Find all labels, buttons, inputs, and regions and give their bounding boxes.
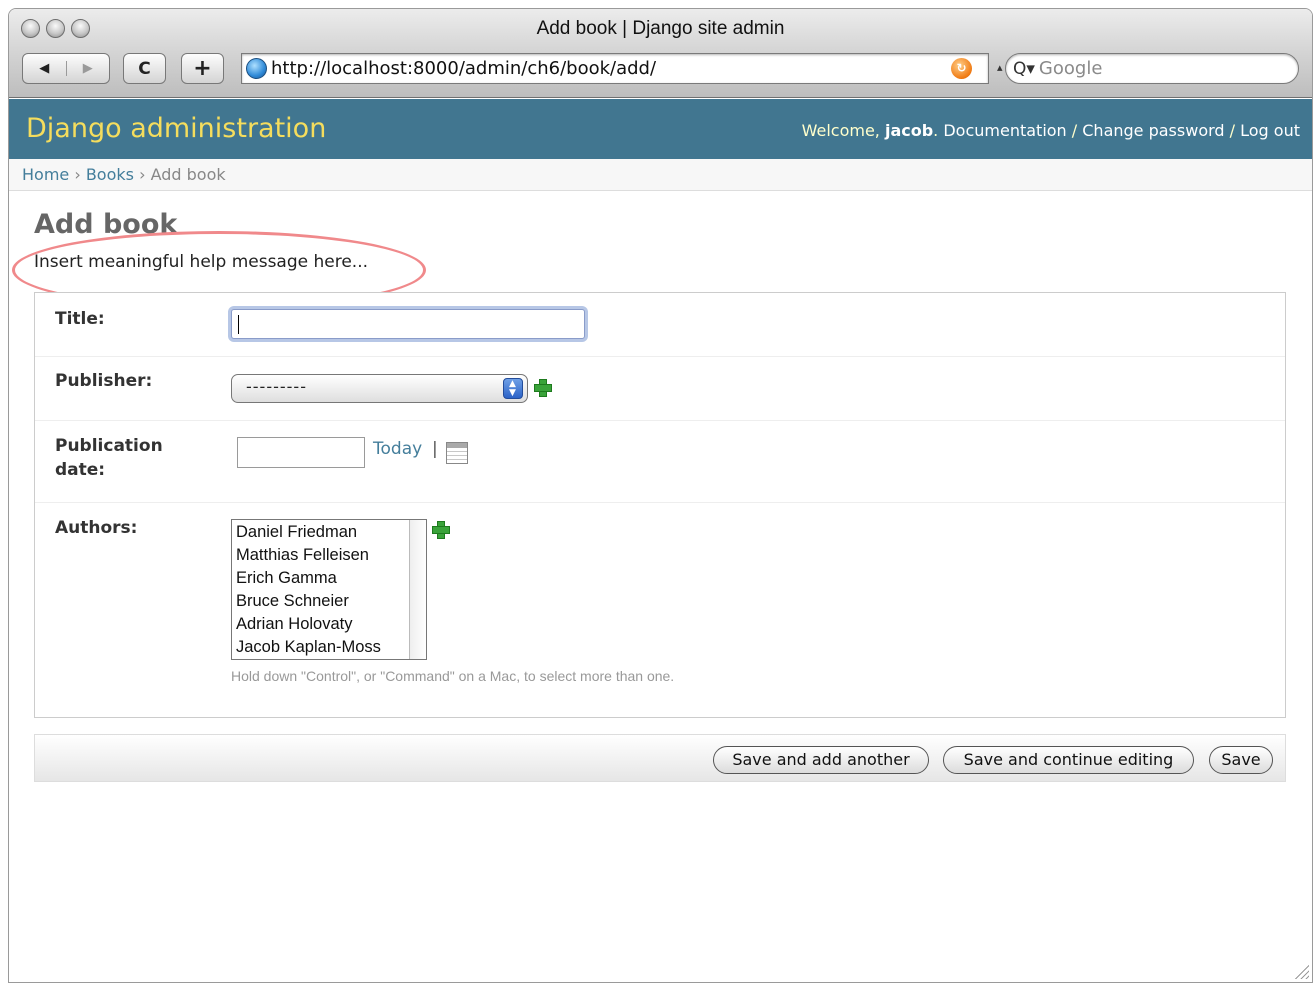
log-out-link[interactable]: Log out <box>1240 121 1300 140</box>
publisher-label: Publisher: <box>55 371 153 391</box>
authors-label: Authors: <box>55 518 138 538</box>
add-bookmark-button[interactable]: + <box>181 53 224 84</box>
date-separator: | <box>432 439 438 459</box>
breadcrumb: Home › Books › Add book <box>9 159 1312 191</box>
add-author-icon[interactable] <box>432 521 450 539</box>
username: jacob <box>884 121 934 140</box>
author-option[interactable]: Daniel Friedman <box>236 521 426 544</box>
globe-icon <box>246 58 267 79</box>
documentation-link[interactable]: Documentation <box>943 121 1066 140</box>
search-icon: Q▾ <box>1013 58 1035 79</box>
window-titlebar: Add book | Django site admin ◀ ▶ C + htt… <box>9 9 1312 98</box>
search-placeholder: Google <box>1038 58 1103 79</box>
authors-help-text: Hold down "Control", or "Command" on a M… <box>231 668 675 684</box>
back-icon[interactable]: ◀ <box>23 61 66 76</box>
breadcrumb-books[interactable]: Books <box>86 165 134 184</box>
admin-header: Django administration Welcome, jacob. Do… <box>9 99 1312 159</box>
back-forward-buttons[interactable]: ◀ ▶ <box>22 53 110 84</box>
today-link[interactable]: Today <box>373 439 422 459</box>
publication-date-label: Publication date: <box>55 436 163 480</box>
user-tools: Welcome, jacob. Documentation / Change p… <box>801 121 1300 140</box>
add-publisher-icon[interactable] <box>534 379 552 397</box>
select-arrows-icon: ▲ ▼ <box>503 378 523 399</box>
breadcrumb-current: Add book <box>150 165 226 184</box>
authors-multiselect[interactable]: Daniel Friedman Matthias Felleisen Erich… <box>231 519 427 660</box>
resize-grip-icon[interactable] <box>1293 963 1309 979</box>
form-row-title: Title: <box>35 293 1285 357</box>
save-and-add-another-button[interactable]: Save and add another <box>713 746 929 774</box>
multiselect-scrollbar[interactable] <box>409 520 426 659</box>
window-title: Add book | Django site admin <box>536 18 785 39</box>
site-branding[interactable]: Django administration <box>26 113 326 144</box>
author-option[interactable]: Matthias Felleisen <box>236 544 426 567</box>
welcome-text: Welcome, <box>801 121 885 140</box>
calendar-icon[interactable] <box>446 442 468 464</box>
reload-button[interactable]: C <box>123 53 166 84</box>
url-text[interactable]: http://localhost:8000/admin/ch6/book/add… <box>271 58 656 79</box>
main-content: Add book Insert meaningful help message … <box>9 191 1312 982</box>
address-bar[interactable]: http://localhost:8000/admin/ch6/book/add… <box>241 53 989 84</box>
title-label: Title: <box>55 309 105 329</box>
form-row-publisher: Publisher: --------- ▲ ▼ <box>35 357 1285 421</box>
rss-icon[interactable]: ↻ <box>951 58 972 79</box>
forward-icon[interactable]: ▶ <box>65 61 110 76</box>
breadcrumb-home[interactable]: Home <box>22 165 69 184</box>
change-password-link[interactable]: Change password <box>1082 121 1224 140</box>
text-caret <box>238 315 239 334</box>
publisher-select[interactable]: --------- ▲ ▼ <box>231 374 528 403</box>
submit-row: Save and add another Save and continue e… <box>34 734 1286 782</box>
publication-date-input[interactable] <box>237 437 365 468</box>
title-input[interactable] <box>231 309 585 339</box>
book-form: Title: Publisher: --------- ▲ ▼ Publicati… <box>34 292 1286 718</box>
save-button[interactable]: Save <box>1209 746 1273 774</box>
author-option[interactable]: Bruce Schneier <box>236 590 426 613</box>
search-field[interactable]: Q▾ Google <box>1005 53 1299 84</box>
author-option[interactable]: Jacob Kaplan-Moss <box>236 636 426 659</box>
author-option[interactable]: Erich Gamma <box>236 567 426 590</box>
authors-list: Daniel Friedman Matthias Felleisen Erich… <box>232 520 426 659</box>
browser-window: Add book | Django site admin ◀ ▶ C + htt… <box>8 8 1313 983</box>
author-option[interactable]: Adrian Holovaty <box>236 613 426 636</box>
browser-toolbar: ◀ ▶ C + http://localhost:8000/admin/ch6/… <box>22 51 1299 87</box>
save-and-continue-button[interactable]: Save and continue editing <box>943 746 1194 774</box>
form-row-authors: Authors: Daniel Friedman Matthias Fellei… <box>35 503 1285 717</box>
url-dropdown-icon[interactable]: ▴ <box>997 61 1003 74</box>
publisher-selected-value: --------- <box>246 377 307 396</box>
form-row-publication-date: Publication date: Today | <box>35 421 1285 503</box>
